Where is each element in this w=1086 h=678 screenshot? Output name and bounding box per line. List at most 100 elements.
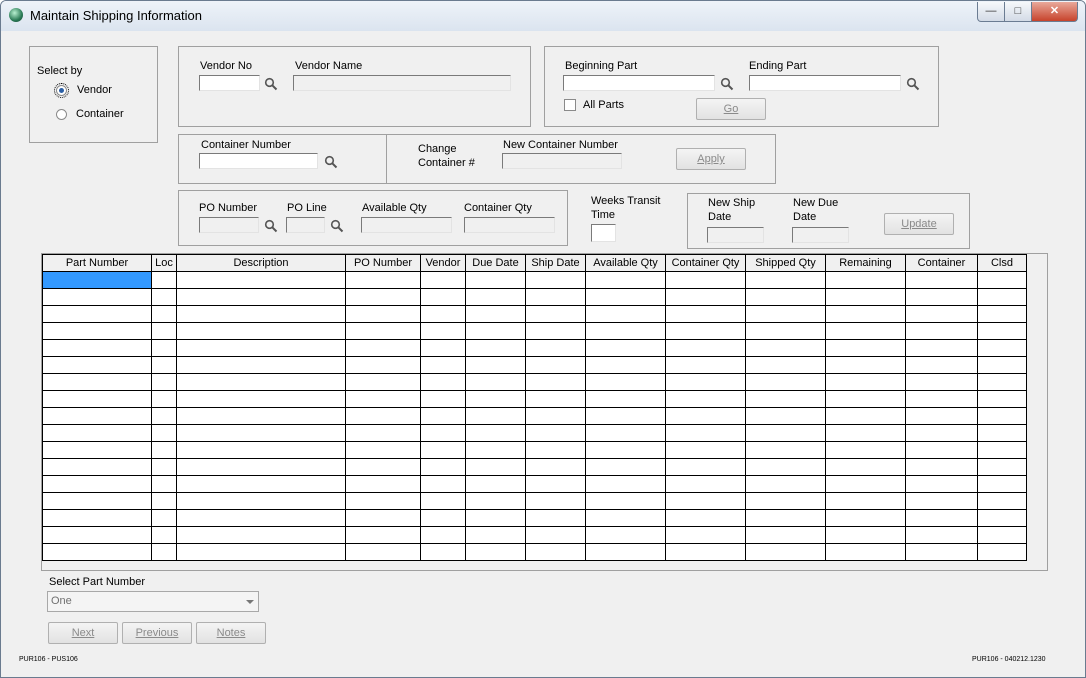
table-cell[interactable] <box>665 526 746 544</box>
table-cell[interactable] <box>420 305 466 323</box>
table-cell[interactable] <box>465 356 526 374</box>
table-cell[interactable] <box>525 322 586 340</box>
column-header[interactable]: Container <box>905 254 978 272</box>
table-cell[interactable] <box>585 543 666 561</box>
table-cell[interactable] <box>42 424 152 442</box>
table-cell[interactable] <box>585 390 666 408</box>
table-cell[interactable] <box>176 339 346 357</box>
table-cell[interactable] <box>345 288 421 306</box>
table-cell[interactable] <box>585 458 666 476</box>
table-row[interactable] <box>42 339 1027 357</box>
table-cell[interactable] <box>745 441 826 459</box>
table-cell[interactable] <box>745 322 826 340</box>
go-button[interactable]: Go <box>696 98 766 120</box>
table-row[interactable] <box>42 475 1027 493</box>
table-cell[interactable] <box>525 492 586 510</box>
table-cell[interactable] <box>42 543 152 561</box>
table-cell[interactable] <box>525 424 586 442</box>
beginning-part-input[interactable] <box>563 75 715 91</box>
table-cell[interactable] <box>151 458 177 476</box>
table-cell[interactable] <box>525 339 586 357</box>
table-cell[interactable] <box>825 509 906 527</box>
table-cell[interactable] <box>825 305 906 323</box>
table-cell[interactable] <box>176 288 346 306</box>
table-cell[interactable] <box>665 339 746 357</box>
table-cell[interactable] <box>525 356 586 374</box>
table-cell[interactable] <box>420 356 466 374</box>
table-cell[interactable] <box>825 526 906 544</box>
table-cell[interactable] <box>176 424 346 442</box>
table-cell[interactable] <box>345 509 421 527</box>
table-row[interactable] <box>42 441 1027 459</box>
table-cell[interactable] <box>745 356 826 374</box>
table-cell[interactable] <box>176 475 346 493</box>
table-cell[interactable] <box>585 356 666 374</box>
maximize-button[interactable]: □ <box>1004 2 1032 22</box>
table-cell[interactable] <box>465 271 526 289</box>
table-cell[interactable] <box>42 356 152 374</box>
table-cell[interactable] <box>825 424 906 442</box>
table-cell[interactable] <box>345 526 421 544</box>
table-cell[interactable] <box>977 390 1027 408</box>
table-cell[interactable] <box>745 407 826 425</box>
column-header[interactable]: Remaining <box>825 254 906 272</box>
table-cell[interactable] <box>905 424 978 442</box>
new-due-date-input[interactable] <box>792 227 849 243</box>
table-cell[interactable] <box>585 475 666 493</box>
table-cell[interactable] <box>420 322 466 340</box>
table-cell[interactable] <box>905 373 978 391</box>
table-cell[interactable] <box>825 458 906 476</box>
table-cell[interactable] <box>176 322 346 340</box>
table-cell[interactable] <box>42 509 152 527</box>
table-cell[interactable] <box>825 322 906 340</box>
all-parts-checkbox[interactable] <box>564 99 576 111</box>
table-cell[interactable] <box>345 475 421 493</box>
table-row[interactable] <box>42 424 1027 442</box>
table-cell[interactable] <box>977 509 1027 527</box>
table-cell[interactable] <box>151 305 177 323</box>
table-cell[interactable] <box>525 543 586 561</box>
table-cell[interactable] <box>905 305 978 323</box>
table-cell[interactable] <box>420 441 466 459</box>
table-row[interactable] <box>42 509 1027 527</box>
table-cell[interactable] <box>665 305 746 323</box>
table-cell[interactable] <box>42 458 152 476</box>
table-cell[interactable] <box>465 458 526 476</box>
table-cell[interactable] <box>345 390 421 408</box>
table-row[interactable] <box>42 373 1027 391</box>
notes-button[interactable]: Notes <box>196 622 266 644</box>
table-cell[interactable] <box>585 424 666 442</box>
table-cell[interactable] <box>345 543 421 561</box>
table-cell[interactable] <box>176 373 346 391</box>
table-cell[interactable] <box>665 441 746 459</box>
table-cell[interactable] <box>151 407 177 425</box>
column-header[interactable]: Available Qty <box>585 254 666 272</box>
column-header[interactable]: Description <box>176 254 346 272</box>
table-cell[interactable] <box>151 356 177 374</box>
column-header[interactable]: PO Number <box>345 254 421 272</box>
table-cell[interactable] <box>905 475 978 493</box>
table-cell[interactable] <box>42 492 152 510</box>
table-cell[interactable] <box>465 441 526 459</box>
table-cell[interactable] <box>525 288 586 306</box>
table-cell[interactable] <box>42 305 152 323</box>
table-cell[interactable] <box>905 356 978 374</box>
table-row[interactable] <box>42 492 1027 510</box>
column-header[interactable]: Ship Date <box>525 254 586 272</box>
close-button[interactable]: ✕ <box>1031 2 1078 22</box>
table-cell[interactable] <box>905 271 978 289</box>
table-cell[interactable] <box>525 390 586 408</box>
table-cell[interactable] <box>420 509 466 527</box>
table-cell[interactable] <box>745 492 826 510</box>
table-cell[interactable] <box>465 543 526 561</box>
table-cell[interactable] <box>745 373 826 391</box>
table-row[interactable] <box>42 288 1027 306</box>
table-cell[interactable] <box>465 305 526 323</box>
table-cell[interactable] <box>745 458 826 476</box>
table-cell[interactable] <box>151 424 177 442</box>
table-cell[interactable] <box>665 509 746 527</box>
table-cell[interactable] <box>585 509 666 527</box>
table-cell[interactable] <box>465 424 526 442</box>
table-cell[interactable] <box>745 526 826 544</box>
column-header[interactable]: Part Number <box>42 254 152 272</box>
